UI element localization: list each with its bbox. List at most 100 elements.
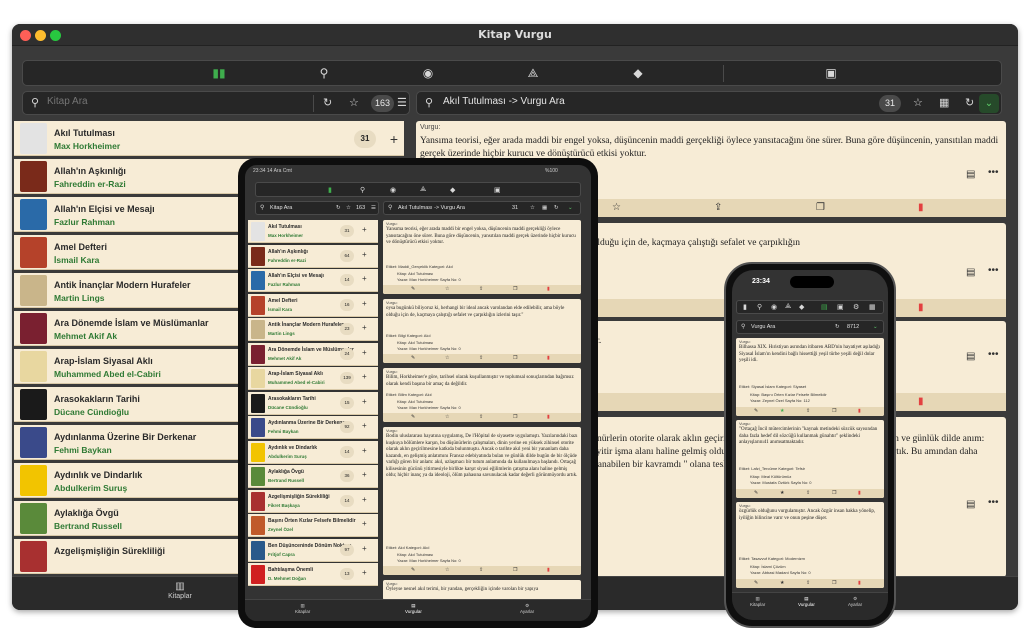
book-icon[interactable]: ▮ bbox=[743, 303, 747, 311]
trash-icon[interactable]: ▮ bbox=[918, 302, 924, 313]
more-icon[interactable]: ••• bbox=[988, 497, 999, 508]
chevron-down-icon[interactable]: ⌄ bbox=[568, 205, 573, 211]
list-item-book[interactable]: Antik İnançlar Modern Hurafeler Martin Li… bbox=[248, 318, 378, 341]
quote-icon[interactable]: ▤ bbox=[821, 303, 828, 311]
share-icon[interactable]: ⇪ bbox=[479, 286, 483, 292]
user-search-icon[interactable]: ⚲ bbox=[316, 66, 332, 80]
book-icon[interactable]: ▮▮ bbox=[211, 66, 227, 80]
note-icon[interactable]: ▤ bbox=[966, 351, 975, 362]
share-icon[interactable]: ⇪ bbox=[479, 567, 483, 573]
list-icon[interactable]: ☰ bbox=[397, 96, 407, 109]
note-icon[interactable]: ▤ bbox=[966, 267, 975, 278]
list-item-book[interactable]: Ben Düşünceninde Dönüm Noktası Fritjof Ca… bbox=[248, 538, 378, 562]
list-item-book[interactable]: Allah'ın Elçisi ve Mesajı Fazlur Rahman 14… bbox=[248, 269, 378, 292]
list-item-book[interactable]: Başını Örten Kızlar Felsefe Bilmelidir Ze… bbox=[248, 514, 378, 537]
edit-icon[interactable]: ✎ bbox=[411, 286, 415, 292]
user-search-icon[interactable]: ⚲ bbox=[757, 303, 762, 311]
trash-icon[interactable]: ▮ bbox=[918, 396, 924, 407]
list-item-book[interactable]: Arap-İslam Siyasal Aklı Muhammed Abed el-… bbox=[248, 367, 378, 390]
list-item-book[interactable]: Bahtılaşma Önemli D. Mehmet Doğan 13 + bbox=[248, 563, 378, 586]
list-item-book[interactable]: Aydınlanma Üzerine Bir Derkenar Fehmi Bay… bbox=[248, 416, 378, 439]
trash-icon[interactable]: ▮ bbox=[547, 567, 550, 573]
add-quote-button[interactable]: + bbox=[362, 568, 367, 577]
tab-books[interactable]: ▥ Kitaplar bbox=[750, 596, 765, 607]
tab-settings[interactable]: ⚙ Ayarlar bbox=[520, 603, 534, 614]
shapes-icon[interactable]: ⟁ bbox=[785, 303, 791, 311]
edit-icon[interactable]: ✎ bbox=[411, 567, 415, 573]
list-item-book[interactable]: Akıl Tutulması Max Horkheimer 31 + bbox=[248, 220, 378, 243]
add-quote-button[interactable]: + bbox=[362, 274, 367, 283]
copy-icon[interactable]: ❐ bbox=[513, 355, 517, 361]
favorite-star-icon[interactable]: ☆ bbox=[349, 96, 359, 109]
add-quote-button[interactable]: + bbox=[362, 299, 367, 308]
favorite-star-icon[interactable]: ☆ bbox=[445, 286, 449, 292]
trash-icon[interactable]: ▮ bbox=[547, 355, 550, 361]
image-search-icon[interactable]: ▣ bbox=[494, 186, 501, 194]
edit-icon[interactable]: ✎ bbox=[411, 414, 415, 420]
favorite-star-icon[interactable]: ★ bbox=[780, 580, 784, 586]
note-icon[interactable]: ▤ bbox=[966, 169, 975, 180]
edit-icon[interactable]: ✎ bbox=[754, 490, 758, 496]
add-quote-button[interactable]: + bbox=[362, 225, 367, 234]
calendar-icon[interactable]: ▦ bbox=[542, 205, 547, 211]
more-icon[interactable]: ••• bbox=[988, 265, 999, 276]
share-icon[interactable]: ⇪ bbox=[714, 202, 722, 213]
shapes-icon[interactable]: ⟁ bbox=[420, 186, 426, 194]
tablet-book-search-input[interactable]: Kitap Ara bbox=[270, 205, 292, 211]
image-search-icon[interactable]: ▣ bbox=[823, 66, 839, 80]
tag-icon[interactable]: ◆ bbox=[799, 303, 804, 311]
copy-icon[interactable]: ❐ bbox=[832, 490, 836, 496]
edit-icon[interactable]: ✎ bbox=[754, 580, 758, 586]
calendar-icon[interactable]: ▦ bbox=[939, 96, 949, 109]
trash-icon[interactable]: ▮ bbox=[858, 490, 861, 496]
calendar-icon[interactable]: ▦ bbox=[869, 303, 876, 311]
favorite-star-icon[interactable]: ☆ bbox=[445, 414, 449, 420]
more-icon[interactable]: ••• bbox=[988, 349, 999, 360]
book-search-input[interactable] bbox=[47, 96, 297, 107]
tab-quotes[interactable]: ▤ Vurgular bbox=[405, 603, 422, 614]
add-quote-button[interactable]: + bbox=[362, 250, 367, 259]
more-icon[interactable]: ••• bbox=[988, 167, 999, 178]
refresh-icon[interactable]: ↻ bbox=[336, 205, 341, 211]
trash-icon[interactable]: ▮ bbox=[547, 414, 550, 420]
user-search-icon[interactable]: ⚲ bbox=[360, 186, 365, 194]
list-icon[interactable]: ☰ bbox=[371, 205, 376, 211]
copy-icon[interactable]: ❐ bbox=[513, 414, 517, 420]
add-quote-button[interactable]: + bbox=[362, 446, 367, 455]
add-quote-button[interactable]: + bbox=[362, 519, 367, 528]
add-quote-button[interactable]: + bbox=[362, 544, 367, 553]
favorite-star-icon[interactable]: ☆ bbox=[530, 205, 535, 211]
trash-icon[interactable]: ▮ bbox=[547, 286, 550, 292]
list-item-book[interactable]: Ara Dönemde İslam ve Müslümanlar Mehmet A… bbox=[248, 342, 378, 366]
list-item-book[interactable]: Amel Defteri İsmail Kara 16 + bbox=[248, 293, 378, 317]
share-icon[interactable]: ⇪ bbox=[479, 355, 483, 361]
edit-icon[interactable]: ✎ bbox=[411, 355, 415, 361]
favorite-star-icon[interactable]: ☆ bbox=[445, 355, 449, 361]
note-icon[interactable]: ▤ bbox=[966, 499, 975, 510]
copy-icon[interactable]: ❐ bbox=[513, 286, 517, 292]
gear-icon[interactable]: ⚙ bbox=[853, 303, 859, 311]
book-icon[interactable]: ▮ bbox=[328, 186, 332, 194]
favorite-star-icon[interactable]: ☆ bbox=[612, 202, 621, 213]
favorite-star-icon[interactable]: ☆ bbox=[346, 205, 351, 211]
phone-quote-search-input[interactable]: Vurgu Ara bbox=[751, 324, 775, 330]
tag-icon[interactable]: ◆ bbox=[450, 186, 455, 194]
edit-icon[interactable]: ✎ bbox=[754, 408, 758, 414]
share-icon[interactable]: ⇪ bbox=[806, 490, 810, 496]
favorite-star-icon[interactable]: ☆ bbox=[913, 96, 923, 109]
list-item-book[interactable]: Azgelişmişliğin Sürekliliği Fikret Başkay… bbox=[248, 489, 378, 513]
add-quote-button[interactable]: + bbox=[362, 372, 367, 381]
tag-icon[interactable]: ◆ bbox=[630, 66, 646, 80]
list-item-book[interactable]: Allah'ın Aşkınlığı Fahreddin er-Razi 64 + bbox=[248, 244, 378, 268]
copy-icon[interactable]: ❐ bbox=[816, 202, 825, 213]
trash-icon[interactable]: ▮ bbox=[918, 202, 924, 213]
favorite-star-icon[interactable]: ★ bbox=[780, 490, 784, 496]
add-quote-button[interactable]: + bbox=[362, 495, 367, 504]
add-quote-button[interactable]: + bbox=[362, 470, 367, 479]
user-circle-icon[interactable]: ◉ bbox=[420, 66, 436, 80]
chevron-down-icon[interactable]: ⌄ bbox=[979, 94, 999, 113]
favorite-star-icon[interactable]: ☆ bbox=[445, 567, 449, 573]
copy-icon[interactable]: ❐ bbox=[513, 567, 517, 573]
list-item-book[interactable]: Arasokakların Tarihi Dücane Cündioğlu 15 + bbox=[248, 391, 378, 415]
add-quote-button[interactable]: + bbox=[362, 421, 367, 430]
